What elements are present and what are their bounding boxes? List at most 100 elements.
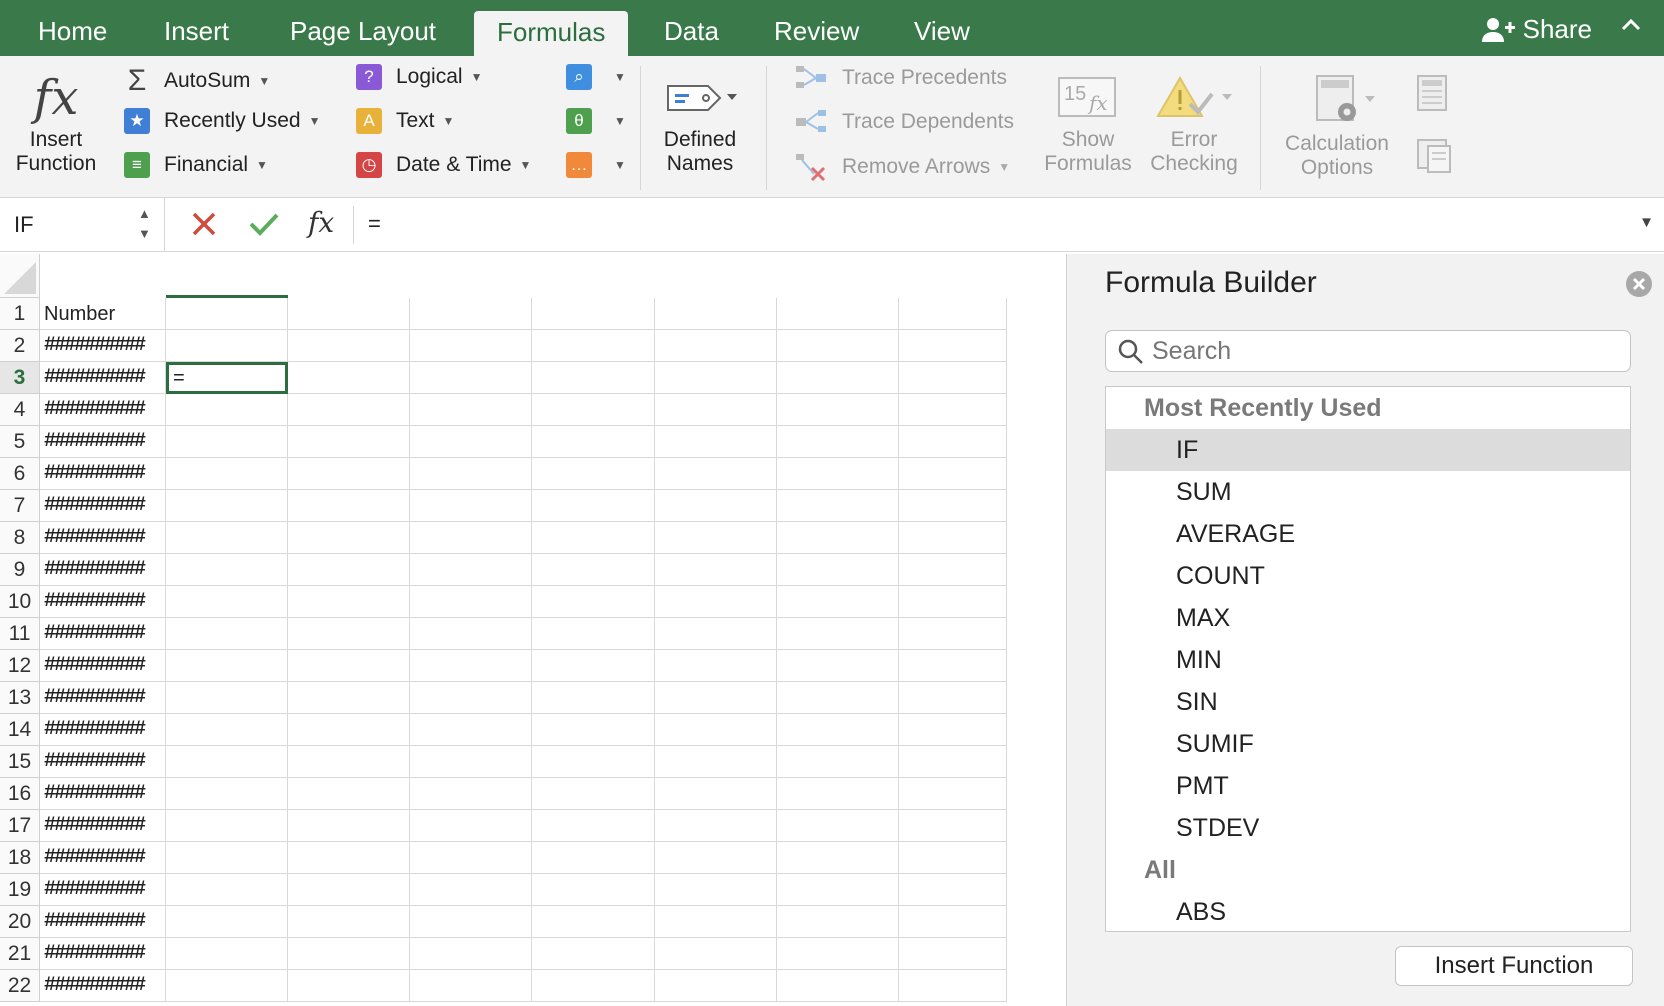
grid-cell[interactable] [410, 586, 532, 618]
grid-cell[interactable] [288, 490, 410, 522]
row-header[interactable]: 2 [0, 330, 40, 362]
share-button[interactable]: Share [1481, 14, 1592, 45]
grid-cell[interactable] [288, 586, 410, 618]
financial-button[interactable]: ≡ Financial ▼ [124, 152, 268, 178]
grid-cell[interactable] [166, 650, 288, 682]
cell-number-value[interactable]: ########## [40, 874, 166, 906]
trace-precedents-button[interactable]: Trace Precedents [794, 64, 1007, 92]
grid-cell[interactable] [166, 746, 288, 778]
grid-cell[interactable] [777, 490, 899, 522]
grid-cell[interactable] [777, 778, 899, 810]
cell-number-value[interactable]: ########## [40, 778, 166, 810]
grid-cell[interactable] [655, 554, 777, 586]
function-list-item[interactable]: SUM [1106, 471, 1630, 513]
grid-cell[interactable] [288, 842, 410, 874]
search-field[interactable] [1105, 330, 1631, 372]
tab-insert[interactable]: Insert [164, 16, 229, 47]
grid-cell[interactable] [288, 426, 410, 458]
grid-cell[interactable] [410, 938, 532, 970]
function-list-item[interactable]: SIN [1106, 681, 1630, 723]
grid-cell[interactable] [777, 522, 899, 554]
cell-number-value[interactable]: ########## [40, 970, 166, 1002]
grid-cell[interactable] [410, 714, 532, 746]
grid-cell[interactable] [166, 874, 288, 906]
grid-cell[interactable] [288, 906, 410, 938]
grid-cell[interactable] [899, 586, 1007, 618]
grid-cell[interactable] [655, 426, 777, 458]
grid-cell[interactable] [655, 618, 777, 650]
cell-number-value[interactable]: ########## [40, 938, 166, 970]
grid-cell[interactable] [655, 394, 777, 426]
grid-cell[interactable] [655, 906, 777, 938]
grid-cell[interactable] [655, 682, 777, 714]
grid-cell[interactable] [410, 778, 532, 810]
grid-cell[interactable] [777, 426, 899, 458]
row-header[interactable]: 13 [0, 682, 40, 714]
grid-cell[interactable] [899, 394, 1007, 426]
grid-cell[interactable] [410, 618, 532, 650]
grid-cell[interactable] [532, 586, 655, 618]
cell-header-number[interactable]: Number [40, 298, 166, 330]
grid-cell[interactable] [532, 554, 655, 586]
function-list-item[interactable]: PMT [1106, 765, 1630, 807]
tab-formulas[interactable]: Formulas [474, 11, 629, 56]
grid-cell[interactable] [777, 842, 899, 874]
row-header[interactable]: 10 [0, 586, 40, 618]
grid-cell[interactable] [410, 426, 532, 458]
worksheet-grid[interactable]: 1 Number 2 ########## 3 ########## = 4 #########… [0, 254, 1066, 1006]
grid-cell[interactable] [899, 938, 1007, 970]
grid-cell[interactable] [777, 938, 899, 970]
grid-cell[interactable] [288, 810, 410, 842]
grid-cell[interactable] [532, 650, 655, 682]
grid-cell[interactable] [655, 714, 777, 746]
row-header[interactable]: 3 [0, 362, 40, 394]
collapse-ribbon-chevron-icon[interactable] [1620, 12, 1642, 43]
grid-cell[interactable] [166, 490, 288, 522]
grid-cell[interactable] [410, 970, 532, 1002]
grid-cell[interactable] [166, 426, 288, 458]
text-button[interactable]: A Text ▼ [356, 108, 454, 134]
function-list-item[interactable]: MIN [1106, 639, 1630, 681]
grid-cell[interactable] [288, 394, 410, 426]
grid-cell[interactable] [532, 746, 655, 778]
recently-used-button[interactable]: ★ Recently Used ▼ [124, 108, 320, 134]
grid-cell[interactable] [532, 458, 655, 490]
function-list-item[interactable]: STDEV [1106, 807, 1630, 849]
grid-cell[interactable] [777, 618, 899, 650]
grid-cell[interactable] [655, 522, 777, 554]
function-list-item[interactable]: IF [1106, 429, 1630, 471]
grid-cell[interactable] [532, 810, 655, 842]
remove-arrows-button[interactable]: Remove Arrows ▼ [794, 152, 1010, 182]
grid-cell[interactable] [899, 778, 1007, 810]
grid-cell[interactable] [410, 906, 532, 938]
search-input[interactable] [1152, 335, 1612, 367]
cell-number-value[interactable]: ########## [40, 330, 166, 362]
grid-cell[interactable] [777, 906, 899, 938]
autosum-button[interactable]: Σ AutoSum ▼ [124, 64, 271, 98]
name-box-stepper-icon[interactable]: ▲ ▼ [138, 204, 151, 244]
grid-cell[interactable] [532, 938, 655, 970]
grid-cell[interactable] [655, 458, 777, 490]
row-header[interactable]: 17 [0, 810, 40, 842]
grid-cell[interactable] [655, 362, 777, 394]
grid-cell[interactable] [655, 842, 777, 874]
tab-view[interactable]: View [914, 16, 970, 47]
grid-cell[interactable] [288, 650, 410, 682]
grid-cell[interactable] [655, 778, 777, 810]
grid-cell[interactable] [899, 970, 1007, 1002]
tab-home[interactable]: Home [38, 16, 107, 47]
date-time-button[interactable]: ◷ Date & Time ▼ [356, 152, 531, 178]
grid-cell[interactable] [288, 618, 410, 650]
row-header[interactable]: 11 [0, 618, 40, 650]
cell-number-value[interactable]: ########## [40, 810, 166, 842]
cell-number-value[interactable]: ########## [40, 842, 166, 874]
grid-cell[interactable] [532, 330, 655, 362]
defined-names-button[interactable]: Defined Names [650, 76, 750, 176]
grid-cell[interactable] [532, 906, 655, 938]
grid-cell[interactable] [532, 394, 655, 426]
grid-cell[interactable] [899, 842, 1007, 874]
grid-cell[interactable] [899, 746, 1007, 778]
grid-cell[interactable] [288, 714, 410, 746]
grid-cell[interactable] [655, 650, 777, 682]
grid-cell[interactable] [899, 458, 1007, 490]
